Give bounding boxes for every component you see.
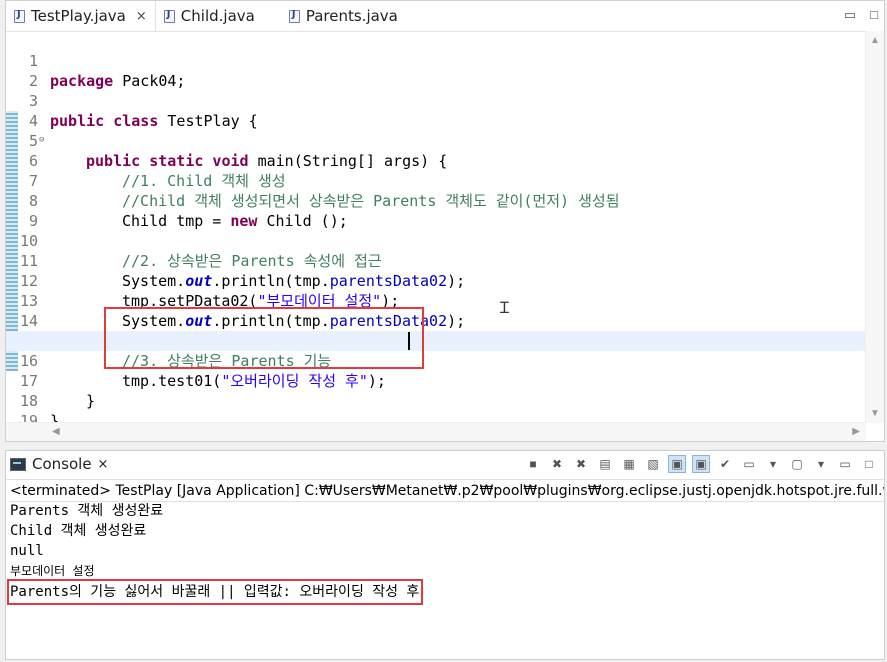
remove-all-icon[interactable]: ✖ bbox=[572, 455, 590, 473]
code-line: 1 package Pack04; bbox=[6, 31, 866, 90]
code-line: 13 System.out.println(tmp.parentsData02)… bbox=[6, 271, 866, 330]
console-header: Console × ■ ✖ ✖ ▤ ▦ ▧ ▣ ▣ ✔ ▭ ▾ ▢ ▾ ▭ □ bbox=[6, 451, 884, 480]
close-console-icon[interactable]: × bbox=[98, 457, 109, 472]
tab-console[interactable]: Console × bbox=[10, 455, 108, 473]
scroll-left-icon[interactable]: ◀ bbox=[52, 426, 60, 437]
show-stderr-icon[interactable]: ▣ bbox=[692, 455, 710, 473]
console-output-line: Parents 객체 생성완료 bbox=[10, 503, 164, 519]
tab-label: Child.java bbox=[180, 7, 255, 25]
code-line: 3 public class TestPlay { bbox=[6, 71, 866, 130]
code-line: 5 ⊖ public static void main(String[] args… bbox=[6, 111, 866, 170]
clear-console-icon[interactable]: ▦ bbox=[620, 455, 638, 473]
code-line: 9 bbox=[6, 191, 866, 230]
console-icon bbox=[10, 457, 26, 471]
show-stdout-icon[interactable]: ▣ bbox=[668, 455, 686, 473]
code-line: 8 Child tmp = new Child (); bbox=[6, 171, 866, 230]
remove-launch-icon[interactable]: ✖ bbox=[548, 455, 566, 473]
code-editor[interactable]: 1 package Pack04; 2 3 public class TestP… bbox=[6, 31, 866, 423]
open-console-icon[interactable]: ▢ bbox=[788, 455, 806, 473]
scroll-down-icon[interactable]: ▼ bbox=[870, 408, 880, 419]
scroll-lock-icon[interactable]: ▤ bbox=[596, 455, 614, 473]
console-output-line: 부모데이터 설정 bbox=[10, 564, 95, 578]
console-process-label: <terminated> TestPlay [Java Application]… bbox=[10, 481, 884, 502]
editor-pane: TestPlay.java × Child.java Parents.java … bbox=[5, 0, 885, 442]
scroll-right-icon[interactable]: ▶ bbox=[852, 426, 860, 437]
code-line: 12 tmp.setPData02("부모데이터 설정"); bbox=[6, 251, 866, 310]
console-output-line: null bbox=[10, 543, 44, 559]
console-toolbar: ■ ✖ ✖ ▤ ▦ ▧ ▣ ▣ ✔ ▭ ▾ ▢ ▾ ▭ □ bbox=[524, 455, 878, 473]
display-console-icon[interactable]: ▭ bbox=[740, 455, 758, 473]
tab-parents[interactable]: Parents.java bbox=[281, 1, 406, 31]
word-wrap-icon[interactable]: ▧ bbox=[644, 455, 662, 473]
horizontal-scrollbar[interactable]: ◀ ▶ bbox=[6, 422, 866, 441]
console-output-line: Child 객체 생성완료 bbox=[10, 523, 147, 539]
close-tab-icon[interactable]: × bbox=[136, 9, 147, 24]
java-file-icon bbox=[14, 9, 25, 23]
window-controls: ▭ □ bbox=[844, 7, 878, 23]
chevron-down-icon[interactable]: ▾ bbox=[812, 455, 830, 473]
maximize-view-icon[interactable]: □ bbox=[860, 455, 878, 473]
pin-console-icon[interactable]: ✔ bbox=[716, 455, 734, 473]
tab-testplay[interactable]: TestPlay.java × bbox=[6, 1, 156, 31]
tab-label: Parents.java bbox=[305, 7, 398, 25]
code-line: 4 bbox=[6, 91, 866, 130]
java-file-icon bbox=[163, 9, 175, 23]
highlight-box bbox=[104, 307, 424, 369]
code-line: 6 //1. Child 객체 생성 bbox=[6, 131, 866, 190]
maximize-button[interactable]: □ bbox=[870, 7, 878, 23]
tab-label: TestPlay.java bbox=[31, 7, 126, 25]
minimize-button[interactable]: ▭ bbox=[844, 7, 856, 23]
vertical-scrollbar[interactable]: ▲ ▼ bbox=[865, 31, 884, 423]
console-pane: Console × ■ ✖ ✖ ▤ ▦ ▧ ▣ ▣ ✔ ▭ ▾ ▢ ▾ ▭ □ … bbox=[5, 450, 885, 660]
highlight-box bbox=[7, 579, 423, 605]
code-line: 19 bbox=[6, 391, 866, 423]
editor-tabbar: TestPlay.java × Child.java Parents.java … bbox=[6, 1, 884, 32]
chevron-down-icon[interactable]: ▾ bbox=[764, 455, 782, 473]
java-file-icon bbox=[288, 9, 300, 23]
terminate-icon[interactable]: ■ bbox=[524, 455, 542, 473]
console-title: Console bbox=[32, 455, 92, 473]
tab-child[interactable]: Child.java bbox=[156, 1, 263, 31]
scroll-up-icon[interactable]: ▲ bbox=[870, 35, 880, 46]
minimize-view-icon[interactable]: ▭ bbox=[836, 455, 854, 473]
mouse-ibeam-icon: Ɪ bbox=[500, 298, 509, 317]
code-line: 2 bbox=[6, 51, 866, 90]
code-line: 10 //2. 상속받은 Parents 속성에 접근 bbox=[6, 211, 866, 270]
code-line: 11 System.out.println(tmp.parentsData02)… bbox=[6, 231, 866, 290]
code-line: 7 //Child 객체 생성되면서 상속받은 Parents 객체도 같이(먼… bbox=[6, 151, 866, 210]
code-line: 18 } bbox=[6, 371, 866, 423]
